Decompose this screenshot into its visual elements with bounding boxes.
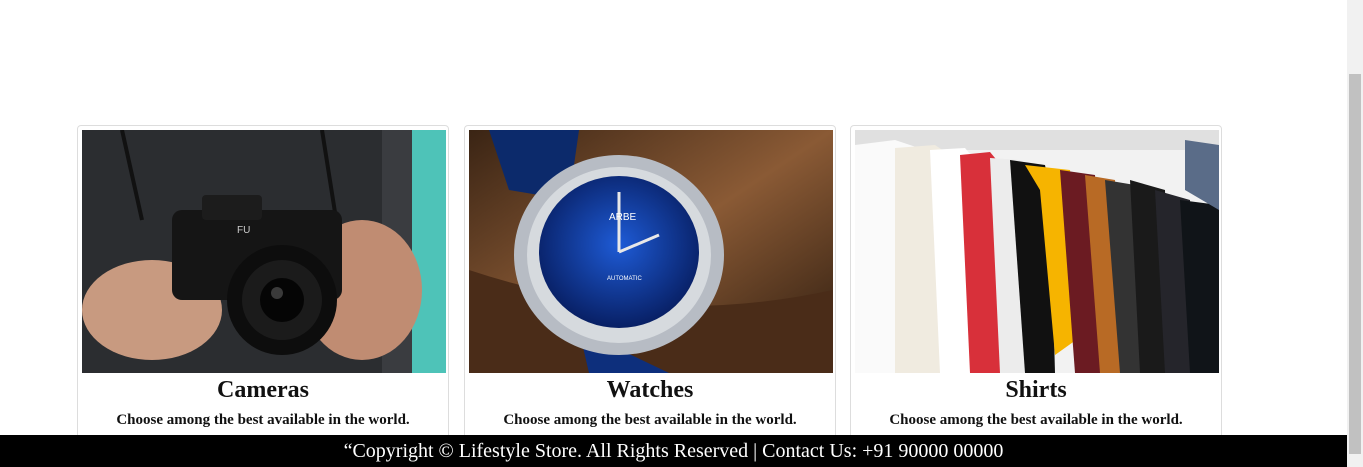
- camera-photo-image: FU: [82, 130, 446, 373]
- svg-text:FU: FU: [237, 225, 250, 236]
- product-card-shirts[interactable]: Shirts Choose among the best available i…: [850, 125, 1222, 443]
- shirts-photo-image: [855, 130, 1219, 373]
- watch-thumbnail[interactable]: ARBE AUTOMATIC: [469, 130, 833, 373]
- product-description: Choose among the best available in the w…: [116, 412, 410, 428]
- product-title: Shirts: [1005, 377, 1067, 403]
- scrollbar-thumb[interactable]: [1349, 74, 1361, 454]
- page: FU Cameras Choose among the best availab…: [0, 0, 1363, 467]
- product-description: Choose among the best available in the w…: [889, 412, 1183, 428]
- svg-text:AUTOMATIC: AUTOMATIC: [607, 276, 642, 282]
- product-title: Cameras: [217, 377, 309, 403]
- svg-text:ARBE: ARBE: [609, 212, 637, 223]
- watch-photo-image: ARBE AUTOMATIC: [469, 130, 833, 373]
- vertical-scrollbar[interactable]: [1347, 0, 1363, 467]
- product-title: Watches: [606, 377, 694, 403]
- product-card-cameras[interactable]: FU Cameras Choose among the best availab…: [77, 125, 449, 443]
- product-cards: FU Cameras Choose among the best availab…: [77, 125, 1227, 445]
- product-card-watches[interactable]: ARBE AUTOMATIC Watches Choose among the …: [464, 125, 836, 443]
- camera-thumbnail[interactable]: FU: [82, 130, 446, 373]
- footer: “Copyright © Lifestyle Store. All Rights…: [0, 435, 1347, 467]
- footer-copyright-text: “Copyright © Lifestyle Store. All Rights…: [343, 440, 1004, 462]
- shirts-thumbnail[interactable]: [855, 130, 1219, 373]
- product-description: Choose among the best available in the w…: [503, 412, 797, 428]
